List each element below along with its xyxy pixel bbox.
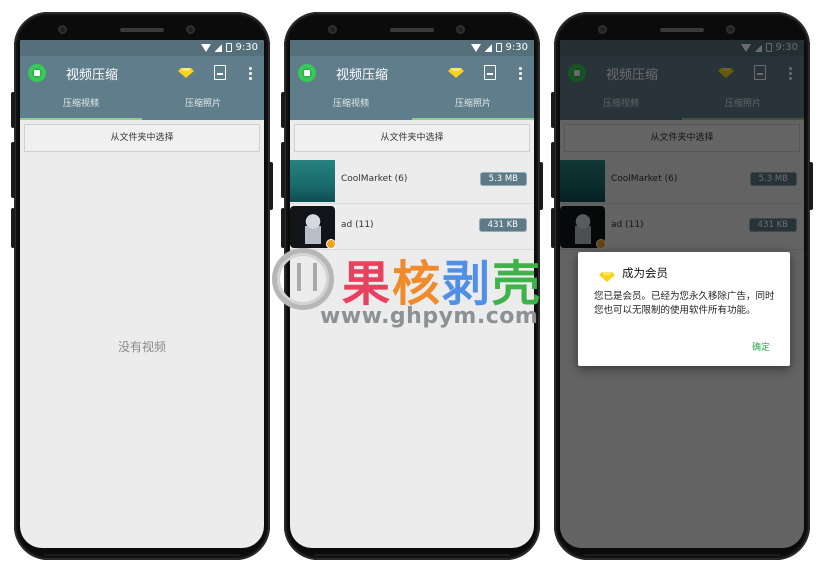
sensor xyxy=(58,25,67,34)
status-bar: 9:30 xyxy=(20,40,264,56)
tab-bar: 压缩视频 压缩照片 xyxy=(20,90,264,120)
dialog-title: 成为会员 xyxy=(622,266,668,280)
folder-name: CoolMarket (6) xyxy=(341,174,408,184)
folder-thumbnail xyxy=(290,206,336,249)
size-badge: 5.3 MB xyxy=(479,172,527,186)
battery-icon xyxy=(495,43,502,52)
earpiece xyxy=(390,28,434,32)
empty-state-text: 没有视频 xyxy=(117,340,166,354)
front-camera xyxy=(456,25,465,34)
screen: 9:30 视频压缩 压缩视频 压缩照片 从文件夹中选择 CoolMarket (… xyxy=(560,40,804,548)
select-from-folder-button[interactable]: 从文件夹中选择 xyxy=(24,124,260,152)
list-item-folder[interactable]: ad (11) 431 KB xyxy=(290,204,534,250)
diamond-icon[interactable] xyxy=(178,68,194,78)
tab-bar: 压缩视频 压缩照片 xyxy=(290,90,534,120)
front-camera xyxy=(186,25,195,34)
earpiece xyxy=(120,28,164,32)
app-logo-icon xyxy=(298,64,316,82)
app-logo-icon xyxy=(28,64,46,82)
select-from-folder-button[interactable]: 从文件夹中选择 xyxy=(294,124,530,152)
app-bar: 视频压缩 xyxy=(290,56,534,90)
more-vert-icon[interactable] xyxy=(519,67,522,82)
diamond-icon[interactable] xyxy=(448,68,464,78)
diamond-icon xyxy=(599,267,615,286)
earpiece xyxy=(660,28,704,32)
ok-button[interactable]: 确定 xyxy=(752,340,770,353)
app-title: 视频压缩 xyxy=(336,68,389,83)
screen: 9:30 视频压缩 压缩视频 压缩照片 从文件夹中选择 CoolMarket (… xyxy=(290,40,534,548)
folder-thumbnail xyxy=(290,160,335,202)
phone-photo-tab: 9:30 视频压缩 压缩视频 压缩照片 从文件夹中选择 CoolMarket (… xyxy=(281,12,543,560)
app-bar: 视频压缩 xyxy=(20,56,264,90)
signal-icon xyxy=(214,43,222,52)
signal-icon xyxy=(484,43,492,52)
compress-doc-icon[interactable] xyxy=(484,65,496,80)
screen: 9:30 视频压缩 压缩视频 压缩照片 从文件夹中选择 没有视频 xyxy=(20,40,264,548)
app-title: 视频压缩 xyxy=(66,68,119,83)
sensor xyxy=(598,25,607,34)
more-vert-icon[interactable] xyxy=(249,67,252,82)
wifi-icon xyxy=(200,43,211,52)
front-camera xyxy=(726,25,735,34)
status-time: 9:30 xyxy=(235,42,258,53)
battery-icon xyxy=(225,43,232,52)
phone-member-dialog: 9:30 视频压缩 压缩视频 压缩照片 从文件夹中选择 CoolMarket (… xyxy=(551,12,813,560)
verified-badge-icon xyxy=(326,239,336,249)
sensor xyxy=(328,25,337,34)
status-bar: 9:30 xyxy=(290,40,534,56)
size-badge: 431 KB xyxy=(478,218,527,232)
wifi-icon xyxy=(470,43,481,52)
tab-compress-video[interactable]: 压缩视频 xyxy=(20,90,142,120)
tab-compress-video[interactable]: 压缩视频 xyxy=(290,90,412,120)
tab-compress-photo[interactable]: 压缩照片 xyxy=(142,90,264,120)
member-dialog: 成为会员 您已是会员。已经为您永久移除广告，同时您也可以无限制的使用软件所有功能… xyxy=(578,252,790,366)
folder-name: ad (11) xyxy=(341,220,374,230)
dialog-message: 您已是会员。已经为您永久移除广告，同时您也可以无限制的使用软件所有功能。 xyxy=(594,291,775,316)
tab-compress-photo[interactable]: 压缩照片 xyxy=(412,90,534,120)
phone-video-tab: 9:30 视频压缩 压缩视频 压缩照片 从文件夹中选择 没有视频 xyxy=(11,12,273,560)
status-time: 9:30 xyxy=(505,42,528,53)
list-item-folder[interactable]: CoolMarket (6) 5.3 MB xyxy=(290,158,534,204)
compress-doc-icon[interactable] xyxy=(214,65,226,80)
